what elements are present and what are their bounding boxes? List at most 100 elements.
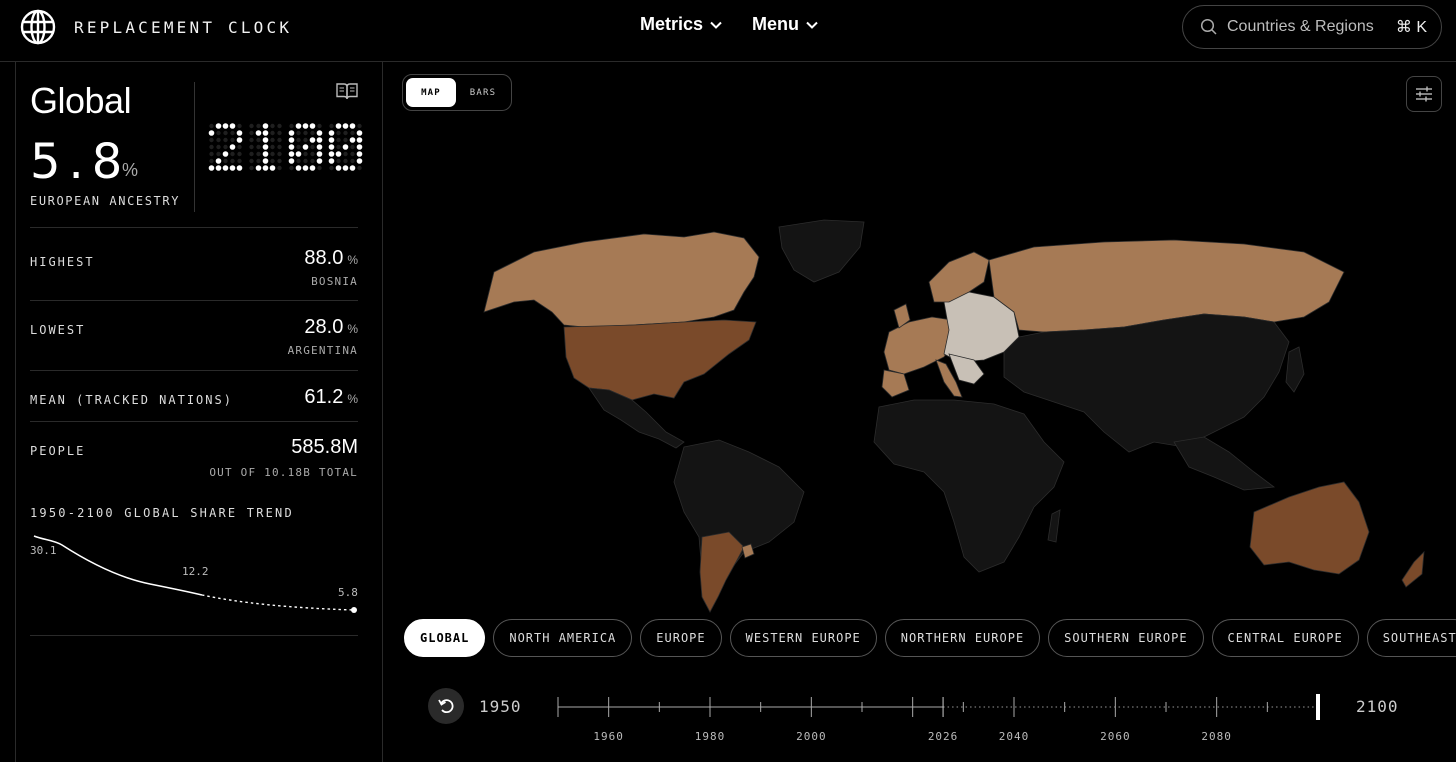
year-dot-on <box>349 123 356 129</box>
region-chip-north-america[interactable]: NORTH AMERICA <box>493 619 633 657</box>
year-dot-off <box>223 158 228 164</box>
filter-settings-button[interactable] <box>1406 76 1442 112</box>
timeline-tick-label: 2040 <box>998 730 1030 743</box>
year-dot-off <box>230 151 235 157</box>
map-view: MAP BARS GLOBAL NORTH AMERICA EUROPE WES… <box>384 62 1456 762</box>
main-menu-label: Menu <box>752 14 799 34</box>
bars-view-tab[interactable]: BARS <box>458 78 508 107</box>
year-dot-off <box>357 123 362 129</box>
brand-name[interactable]: REPLACEMENT CLOCK <box>74 18 292 37</box>
year-dot-off <box>237 144 242 150</box>
map-region-argentina[interactable] <box>699 531 745 613</box>
map-region-south-america[interactable] <box>673 439 805 588</box>
trend-end-label: 5.8 <box>338 586 358 599</box>
year-dot-on <box>302 123 309 129</box>
region-chip-europe[interactable]: EUROPE <box>640 619 722 657</box>
chevron-down-icon <box>806 21 818 29</box>
year-dot-off <box>270 144 275 150</box>
map-region-greenland[interactable] <box>778 219 865 283</box>
region-chip-southern-europe[interactable]: SOUTHERN EUROPE <box>1048 619 1204 657</box>
trend-start-label: 30.1 <box>30 544 57 557</box>
replay-button[interactable] <box>428 688 464 724</box>
year-dot-off <box>296 158 301 164</box>
year-dot-off <box>303 158 308 164</box>
region-chip-central-europe[interactable]: CENTRAL EUROPE <box>1211 619 1359 657</box>
year-dot-off <box>343 158 348 164</box>
map-region-canada[interactable] <box>483 231 760 328</box>
trend-title: 1950-2100 GLOBAL SHARE TREND <box>30 506 294 520</box>
year-dot-on <box>335 151 342 157</box>
map-region-japan[interactable] <box>1285 346 1305 393</box>
year-dot-on <box>356 137 363 143</box>
map-region-madagascar[interactable] <box>1047 509 1061 543</box>
year-dot-off <box>303 137 308 143</box>
stat-highest-country[interactable]: BOSNIA <box>311 275 358 288</box>
year-dot-on <box>316 130 323 136</box>
year-dot-off <box>237 123 242 129</box>
main-menu-button[interactable]: Menu <box>752 14 819 35</box>
year-dot-off <box>256 123 261 129</box>
year-dot-off <box>230 137 235 143</box>
map-region-new-zealand[interactable] <box>1401 550 1425 588</box>
year-dot-off <box>277 165 282 171</box>
stat-mean-value-wrap: 61.2% <box>304 386 358 409</box>
trend-projection-line <box>201 594 355 611</box>
year-dot-on <box>255 130 262 136</box>
timeline-tick-label: 2060 <box>1100 730 1131 743</box>
year-dot-off <box>277 158 282 164</box>
timeline-tick-label: 2080 <box>1201 730 1232 743</box>
country-search-input[interactable]: Countries & Regions ⌘ K <box>1182 5 1442 49</box>
stat-lowest-country[interactable]: ARGENTINA <box>288 344 358 357</box>
year-dot-on <box>236 130 243 136</box>
year-dot-on <box>309 137 316 143</box>
year-dot-off <box>249 123 254 129</box>
year-dot-off <box>317 165 322 171</box>
year-dot-on <box>215 165 222 171</box>
stat-mean-value: 61.2 <box>304 386 344 408</box>
world-map[interactable] <box>384 142 1456 632</box>
year-dot-on <box>342 123 349 129</box>
year-dot-on <box>302 165 309 171</box>
map-region-africa[interactable] <box>873 399 1065 573</box>
stat-people-label: PEOPLE <box>30 444 86 458</box>
region-chip-global[interactable]: GLOBAL <box>404 619 486 657</box>
year-dot-on <box>215 123 222 129</box>
year-dot-off <box>350 151 355 157</box>
year-dot-off <box>223 130 228 136</box>
stat-lowest-value: 28.0 <box>304 316 344 338</box>
stat-lowest-value-wrap: 28.0% <box>304 316 358 339</box>
year-dot-on <box>309 165 316 171</box>
year-dot-on <box>316 144 323 150</box>
region-chip-western-europe[interactable]: WESTERN EUROPE <box>729 619 877 657</box>
year-dot-off <box>289 165 294 171</box>
year-dot-off <box>230 158 235 164</box>
map-region-russia[interactable] <box>988 239 1345 333</box>
map-region-southeast-asia[interactable] <box>1173 436 1276 491</box>
region-filter-bar: GLOBAL NORTH AMERICA EUROPE WESTERN EUROPE N… <box>404 619 1456 657</box>
timeline-start-year: 1950 <box>479 697 522 716</box>
year-dot-off <box>256 144 261 150</box>
stat-highest: HIGHEST 88.0% BOSNIA <box>30 227 358 300</box>
year-dot-off <box>336 130 341 136</box>
year-dot-on <box>262 165 269 171</box>
year-dot-off <box>310 151 315 157</box>
map-region-australia[interactable] <box>1249 481 1370 575</box>
metrics-menu-button[interactable]: Metrics <box>640 14 723 35</box>
year-dot-off <box>249 158 254 164</box>
year-dot-on <box>328 151 335 157</box>
region-chip-northern-europe[interactable]: NORTHERN EUROPE <box>884 619 1041 657</box>
year-dot-on <box>229 144 236 150</box>
timeline-slider-track[interactable] <box>556 692 1326 724</box>
year-dot-on <box>356 144 363 150</box>
globe-logo-icon[interactable] <box>20 9 56 45</box>
year-dot-off <box>209 151 214 157</box>
book-icon[interactable] <box>336 82 358 100</box>
year-dot-off <box>296 144 301 150</box>
region-chip-southeast[interactable]: SOUTHEAST <box>1366 619 1456 657</box>
map-region-asia[interactable] <box>1003 313 1290 453</box>
year-dot-off <box>216 137 221 143</box>
timeline-handle[interactable] <box>1316 694 1320 720</box>
year-dot-off <box>249 130 254 136</box>
year-dot-off <box>343 137 348 143</box>
map-view-tab[interactable]: MAP <box>406 78 456 107</box>
